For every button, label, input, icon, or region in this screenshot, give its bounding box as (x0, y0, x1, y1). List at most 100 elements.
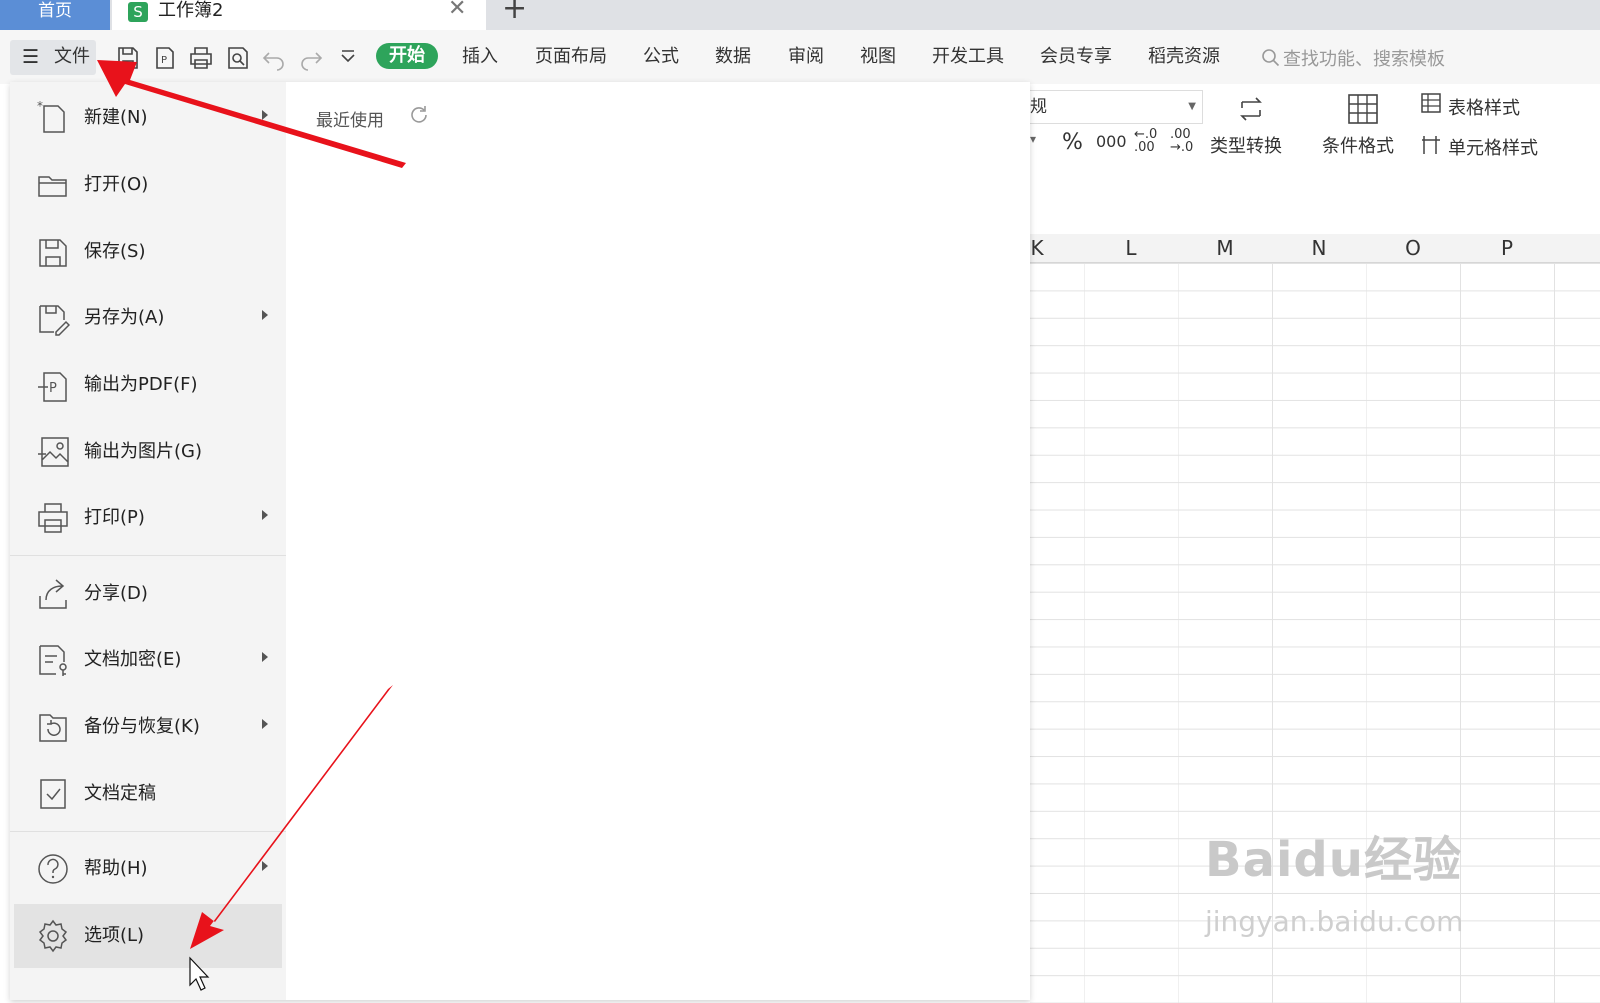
tab-review[interactable]: 审阅 (788, 45, 824, 69)
recent-files-heading: 最近使用 (316, 111, 384, 131)
search-input[interactable]: 查找功能、搜索模板 (1283, 45, 1445, 71)
file-menu-button[interactable]: ☰ 文件 (10, 40, 96, 75)
menu-item-label: 另存为(A) (84, 307, 165, 328)
submenu-arrow-icon (262, 719, 268, 729)
title-bar: 首页 S 工作簿2 ✕ + (0, 0, 1600, 30)
redo-icon[interactable] (297, 44, 325, 72)
tab-formula[interactable]: 公式 (643, 45, 679, 69)
spreadsheet-icon: S (128, 2, 148, 22)
menu-item-save[interactable]: 保存(S) (10, 220, 286, 284)
menu-item-new[interactable]: * 新建(N) (10, 86, 286, 150)
tab-docer[interactable]: 稻壳资源 (1148, 45, 1220, 69)
customize-toolbar-icon[interactable] (334, 44, 362, 72)
hamburger-icon: ☰ (22, 46, 40, 68)
menu-item-export-pdf[interactable]: P 输出为PDF(F) (10, 353, 286, 417)
tab-insert[interactable]: 插入 (462, 45, 498, 69)
file-menu-label: 文件 (54, 46, 90, 67)
increase-decimal-button[interactable]: ←.0 .00 (1134, 128, 1160, 154)
save-quick-icon[interactable] (114, 44, 142, 72)
undo-icon[interactable] (260, 44, 288, 72)
percent-button[interactable]: % (1062, 130, 1083, 155)
tab-home[interactable]: 首页 (0, 0, 110, 30)
search-icon[interactable] (1260, 47, 1282, 69)
submenu-arrow-icon (262, 110, 268, 120)
table-style-button[interactable]: 表格样式 (1448, 94, 1520, 120)
menu-divider (10, 831, 286, 832)
help-icon (38, 854, 68, 884)
svg-text:P: P (161, 55, 167, 66)
menu-item-label: 帮助(H) (84, 858, 148, 879)
type-convert-button[interactable]: 类型转换 (1210, 132, 1282, 158)
save-as-icon (39, 305, 70, 336)
tab-member[interactable]: 会员专享 (1040, 45, 1112, 69)
formula-bar[interactable] (1030, 184, 1600, 235)
tab-developer[interactable]: 开发工具 (932, 45, 1004, 69)
conditional-format-button[interactable]: 条件格式 (1322, 132, 1394, 158)
menu-item-share[interactable]: 分享(D) (10, 562, 286, 626)
column-header[interactable]: L (1084, 234, 1178, 262)
column-header[interactable]: P (1460, 234, 1554, 262)
column-header[interactable]: M (1178, 234, 1272, 262)
baidu-watermark-url: jingyan.baidu.com (1205, 905, 1464, 938)
menu-item-options[interactable]: 选项(L) (14, 904, 282, 968)
menu-item-label: 分享(D) (84, 583, 148, 604)
new-tab-button[interactable]: + (502, 0, 527, 24)
toolbar: ☰ 文件 P 开始 插入 页面布局 公式 数据 审阅 视图 开发工具 会员专享 … (0, 30, 1600, 84)
number-format-dropdown[interactable]: 规 ▼ (1030, 90, 1203, 124)
tab-view[interactable]: 视图 (860, 45, 896, 69)
menu-item-label: 文档加密(E) (84, 649, 182, 670)
tab-workbook-label: 工作簿2 (158, 0, 224, 21)
currency-dropdown-icon[interactable]: ▾ (1030, 132, 1036, 146)
refresh-icon[interactable] (408, 104, 430, 126)
chevron-down-icon: ▼ (1188, 101, 1196, 112)
menu-item-help[interactable]: 帮助(H) (10, 837, 286, 901)
number-format-value: 规 (1030, 97, 1047, 117)
column-header-row: K L M N O P (1030, 234, 1600, 263)
column-header[interactable]: O (1366, 234, 1460, 262)
menu-item-save-as[interactable]: 另存为(A) (10, 286, 286, 350)
tab-page-layout[interactable]: 页面布局 (535, 45, 607, 69)
menu-item-print[interactable]: 打印(P) (10, 486, 286, 550)
menu-item-label: 输出为PDF(F) (84, 374, 198, 395)
backup-icon (39, 714, 67, 742)
cell-grid[interactable] (1030, 263, 1600, 1003)
close-tab-icon[interactable]: ✕ (448, 0, 466, 21)
svg-text:*: * (37, 100, 43, 113)
menu-item-finalize[interactable]: 文档定稿 (10, 762, 286, 826)
share-icon (39, 579, 67, 609)
tab-start[interactable]: 开始 (376, 43, 438, 69)
ribbon-start: 规 ▼ ▾ % 000 ←.0 .00 .00 →.0 类型转换 条件格式 表格… (1030, 84, 1600, 184)
conditional-format-icon (1348, 94, 1378, 124)
type-convert-icon (1240, 97, 1262, 121)
menu-item-label: 保存(S) (84, 241, 146, 262)
column-header[interactable]: N (1272, 234, 1366, 262)
menu-item-backup[interactable]: 备份与恢复(K) (10, 695, 286, 759)
file-menu-panel: * 新建(N) 打开(O) 保存(S) 另存为(A) P 输出为PDF(F) 输… (10, 82, 1030, 1000)
menu-item-encrypt[interactable]: 文档加密(E) (10, 628, 286, 692)
export-pdf-quick-icon[interactable]: P (151, 44, 179, 72)
encrypt-icon (39, 645, 67, 676)
tab-data[interactable]: 数据 (715, 45, 751, 69)
cell-style-button[interactable]: 单元格样式 (1448, 134, 1538, 160)
gear-icon (38, 919, 68, 953)
submenu-arrow-icon (262, 652, 268, 662)
menu-divider (10, 555, 286, 556)
thousands-separator-button[interactable]: 000 (1096, 132, 1127, 151)
print-quick-icon[interactable] (187, 44, 215, 72)
save-icon (39, 239, 67, 267)
export-pdf-icon: P (38, 372, 67, 402)
menu-item-label: 文档定稿 (84, 783, 156, 804)
tab-workbook[interactable]: S 工作簿2 ✕ (112, 0, 486, 30)
menu-item-export-image[interactable]: 输出为图片(G) (10, 420, 286, 484)
print-preview-icon[interactable] (224, 44, 252, 72)
file-menu-list: * 新建(N) 打开(O) 保存(S) 另存为(A) P 输出为PDF(F) 输… (10, 82, 286, 1000)
new-file-icon: * (37, 100, 65, 133)
decrease-decimal-button[interactable]: .00 →.0 (1170, 128, 1196, 154)
table-style-icon (1421, 93, 1441, 113)
svg-text:P: P (49, 381, 57, 396)
baidu-watermark: Baidu经验 (1205, 832, 1462, 888)
cell-style-icon (1422, 136, 1440, 154)
menu-item-open[interactable]: 打开(O) (10, 153, 286, 217)
menu-item-label: 输出为图片(G) (84, 441, 202, 462)
folder-open-icon (38, 176, 67, 197)
